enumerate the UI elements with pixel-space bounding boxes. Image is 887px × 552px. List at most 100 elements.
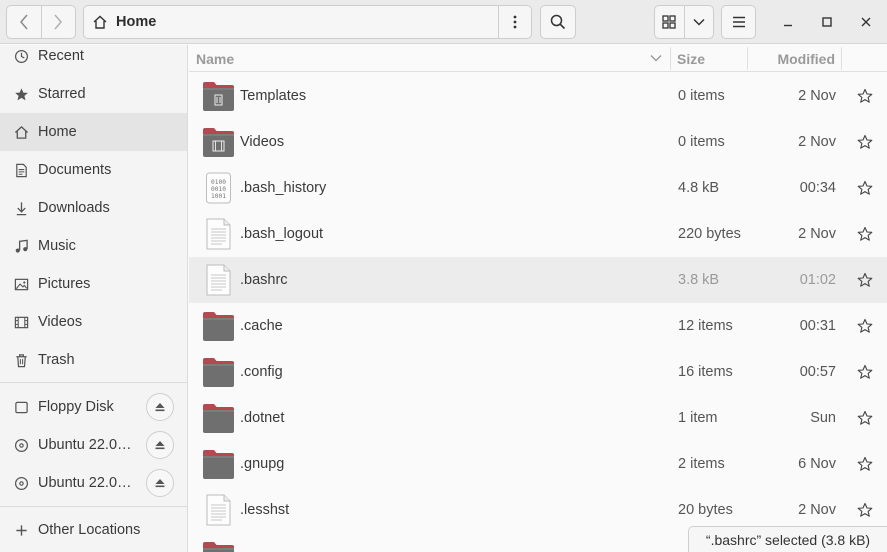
search-button[interactable] <box>540 5 576 39</box>
trash-icon <box>13 352 29 368</box>
star-toggle-icon[interactable] <box>857 456 873 472</box>
hamburger-icon <box>732 16 745 28</box>
sidebar-item-label: Other Locations <box>38 522 141 538</box>
clock-icon <box>13 48 29 64</box>
sidebar-item-floppy-disk[interactable]: Floppy Disk <box>0 388 187 426</box>
sidebar-item-ubuntu-disc-2[interactable]: Ubuntu 22.0… <box>0 464 187 502</box>
file-row[interactable]: Videos 0 items 2 Nov <box>189 119 887 165</box>
chevron-left-icon <box>19 14 28 30</box>
path-home-button[interactable]: Home <box>84 6 498 38</box>
file-row[interactable]: .bash_logout 220 bytes 2 Nov <box>189 211 887 257</box>
back-button[interactable] <box>7 6 41 38</box>
star-toggle-icon[interactable] <box>857 226 873 242</box>
file-modified: 2 Nov <box>798 88 836 104</box>
star-toggle-icon[interactable] <box>857 134 873 150</box>
file-row[interactable]: .gnupg 2 items 6 Nov <box>189 441 887 487</box>
sidebar-item-other-locations[interactable]: Other Locations <box>0 511 187 549</box>
minimize-button[interactable] <box>776 10 800 34</box>
vertical-dots-icon <box>513 15 517 29</box>
file-name: .lesshst <box>240 502 290 518</box>
sidebar-item-label: Home <box>38 124 77 140</box>
sidebar-item-label: Downloads <box>38 200 110 216</box>
text-file-icon <box>202 494 235 526</box>
star-toggle-icon[interactable] <box>857 88 873 104</box>
column-modified-header[interactable]: Modified <box>749 45 835 72</box>
column-label: Size <box>677 50 706 67</box>
file-row[interactable]: 0100 0010 1001 .bash_history 4.8 kB 00:34 <box>189 165 887 211</box>
eject-button[interactable] <box>146 469 174 497</box>
grid-view-button[interactable] <box>655 6 684 38</box>
sidebar-divider <box>0 506 187 507</box>
selection-status: “.bashrc” selected (3.8 kB) <box>688 526 887 552</box>
sidebar-item-trash[interactable]: Trash <box>0 341 187 379</box>
sidebar-item-label: Recent <box>38 48 84 64</box>
sidebar-item-starred[interactable]: Starred <box>0 75 187 113</box>
file-modified: 00:34 <box>799 180 836 196</box>
svg-text:1001: 1001 <box>211 193 226 200</box>
star-toggle-icon[interactable] <box>857 502 873 518</box>
star-toggle-icon[interactable] <box>857 180 873 196</box>
file-row[interactable]: .dotnet 1 item Sun <box>189 395 887 441</box>
sidebar-item-downloads[interactable]: Downloads <box>0 189 187 227</box>
file-size: 0 items <box>678 134 725 150</box>
view-options-button[interactable] <box>683 6 714 38</box>
file-modified: 6 Nov <box>798 456 836 472</box>
close-button[interactable] <box>854 10 878 34</box>
sort-descending-icon <box>650 55 662 62</box>
binary-file-icon: 0100 0010 1001 <box>202 172 235 204</box>
forward-button[interactable] <box>40 6 76 38</box>
eject-button[interactable] <box>146 431 174 459</box>
sidebar-divider <box>0 382 187 383</box>
video-icon <box>13 314 29 330</box>
home-icon <box>13 124 29 140</box>
close-icon <box>861 17 871 27</box>
sidebar-item-documents[interactable]: Documents <box>0 151 187 189</box>
star-toggle-icon[interactable] <box>857 272 873 288</box>
main-menu-button[interactable] <box>721 5 756 39</box>
plus-icon <box>13 522 29 538</box>
column-size-header[interactable]: Size <box>677 45 747 72</box>
file-name: .config <box>240 364 283 380</box>
file-size: 0 items <box>678 88 725 104</box>
svg-text:0010: 0010 <box>211 186 226 193</box>
sidebar-item-label: Pictures <box>38 276 91 292</box>
file-list: Templates 0 items 2 Nov Videos 0 items 2 Nov 0… <box>189 73 887 552</box>
file-size: 2 items <box>678 456 725 472</box>
file-size: 220 bytes <box>678 226 741 242</box>
maximize-button[interactable] <box>815 10 839 34</box>
sidebar-item-ubuntu-disc-1[interactable]: Ubuntu 22.0… <box>0 426 187 464</box>
star-toggle-icon[interactable] <box>857 364 873 380</box>
column-divider <box>747 47 748 70</box>
home-icon <box>93 15 107 29</box>
star-toggle-icon[interactable] <box>857 318 873 334</box>
column-name-header[interactable]: Name <box>196 45 666 72</box>
file-modified: 00:31 <box>799 318 836 334</box>
sidebar-item-label: Floppy Disk <box>38 399 114 415</box>
file-name: .dotnet <box>240 410 285 426</box>
file-row[interactable]: .bashrc 3.8 kB 01:02 <box>189 257 887 303</box>
templates-folder-icon <box>202 80 235 112</box>
sidebar-item-home[interactable]: Home <box>0 113 187 151</box>
minimize-icon <box>784 24 792 27</box>
eject-icon <box>155 403 165 412</box>
sidebar-item-videos[interactable]: Videos <box>0 303 187 341</box>
file-row[interactable]: .cache 12 items 00:31 <box>189 303 887 349</box>
sidebar-item-recent[interactable]: Recent <box>0 45 187 75</box>
sidebar-item-music[interactable]: Music <box>0 227 187 265</box>
disc-icon <box>13 437 29 453</box>
file-row[interactable]: Templates 0 items 2 Nov <box>189 73 887 119</box>
sidebar-item-pictures[interactable]: Pictures <box>0 265 187 303</box>
sidebar-item-label: Ubuntu 22.0… <box>38 437 132 453</box>
text-file-icon <box>202 264 235 296</box>
path-menu-button[interactable] <box>498 6 531 38</box>
file-modified: 00:57 <box>799 364 836 380</box>
file-name: Videos <box>240 134 285 150</box>
maximize-icon <box>822 17 832 27</box>
column-divider <box>670 47 671 70</box>
star-toggle-icon[interactable] <box>857 410 873 426</box>
file-size: 3.8 kB <box>678 272 720 288</box>
file-size: 1 item <box>678 410 718 426</box>
eject-button[interactable] <box>146 393 174 421</box>
file-row[interactable]: .config 16 items 00:57 <box>189 349 887 395</box>
navigation-buttons <box>6 5 76 39</box>
